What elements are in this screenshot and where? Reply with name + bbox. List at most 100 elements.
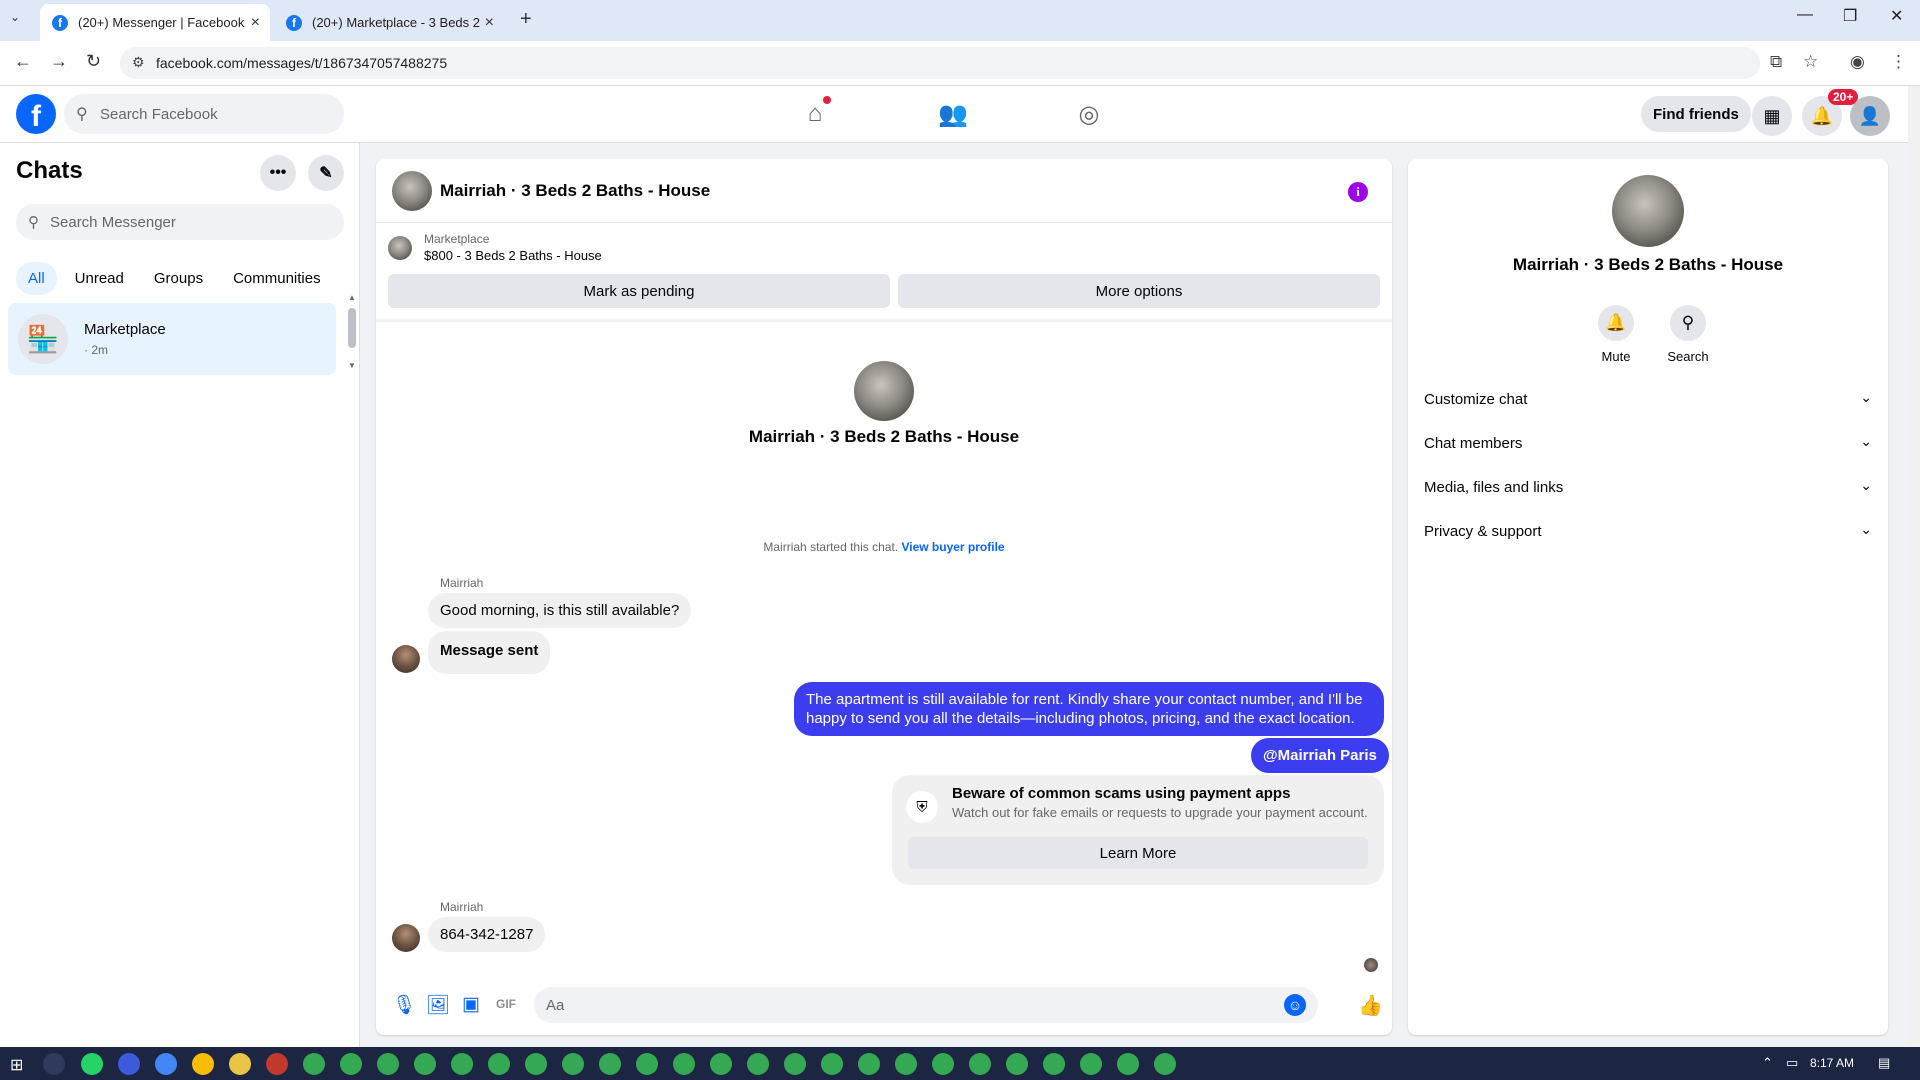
tab-messenger[interactable]: f (20+) Messenger | Facebook ×: [40, 4, 270, 41]
tab-search-icon[interactable]: ⌄: [10, 10, 20, 24]
chrome-icon[interactable]: [821, 1053, 843, 1075]
url-field[interactable]: ⚙ facebook.com/messages/t/18673470574882…: [120, 47, 1760, 79]
message-bubble-outgoing[interactable]: @Mairriah Paris: [1251, 738, 1389, 773]
message-bubble-incoming[interactable]: Message sent: [428, 631, 551, 674]
chrome-icon[interactable]: [488, 1053, 510, 1075]
close-tab-icon[interactable]: ×: [485, 14, 494, 32]
app-icon[interactable]: [118, 1053, 140, 1075]
microphone-icon[interactable]: 🎙: [392, 993, 416, 1017]
task-view-icon[interactable]: [43, 1053, 65, 1075]
intro-avatar[interactable]: [854, 361, 914, 421]
windows-start-icon[interactable]: ⊞: [10, 1055, 23, 1075]
filter-groups[interactable]: Groups: [142, 262, 215, 295]
chat-avatar[interactable]: [392, 171, 432, 211]
chrome-icon[interactable]: [636, 1053, 658, 1075]
chrome-icon[interactable]: [969, 1053, 991, 1075]
photo-icon[interactable]: 🖼: [426, 993, 450, 1017]
filter-all[interactable]: All: [16, 262, 57, 295]
message-input[interactable]: Aa ☺: [534, 987, 1318, 1023]
chrome-icon[interactable]: [1154, 1053, 1176, 1075]
chat-list-item[interactable]: 🏪 Marketplace · 2m: [8, 303, 336, 375]
chrome-icon[interactable]: [414, 1053, 436, 1075]
install-app-icon[interactable]: ⧉: [1770, 52, 1782, 72]
chrome-icon[interactable]: [155, 1053, 177, 1075]
tray-chevron-icon[interactable]: ⌃: [1762, 1055, 1773, 1071]
groups-icon[interactable]: ◎: [1069, 98, 1109, 130]
site-info-icon[interactable]: ⚙: [132, 54, 145, 71]
mark-as-pending-button[interactable]: Mark as pending: [388, 274, 890, 308]
friends-icon[interactable]: 👥: [933, 98, 973, 130]
chrome-icon[interactable]: [1117, 1053, 1139, 1075]
close-tab-icon[interactable]: ×: [251, 14, 260, 32]
emoji-icon[interactable]: ☺: [1284, 994, 1306, 1016]
bell-icon[interactable]: 🔔: [1598, 305, 1634, 341]
section-chat-members[interactable]: Chat members ⌄: [1424, 425, 1872, 461]
clock[interactable]: 8:17 AM: [1810, 1056, 1854, 1070]
new-tab-icon[interactable]: +: [520, 8, 532, 31]
notification-center-icon[interactable]: ▤: [1878, 1055, 1890, 1071]
mute-action[interactable]: 🔔 Mute: [1586, 305, 1646, 364]
page-scrollbar[interactable]: [1908, 86, 1920, 1047]
browser-menu-icon[interactable]: ⋮: [1890, 52, 1907, 72]
scroll-up-icon[interactable]: ▲: [348, 293, 356, 302]
chrome-icon[interactable]: [340, 1053, 362, 1075]
chrome-icon[interactable]: [895, 1053, 917, 1075]
sender-avatar[interactable]: [392, 924, 420, 952]
chrome-icon[interactable]: [377, 1053, 399, 1075]
find-friends-button[interactable]: Find friends: [1641, 96, 1751, 132]
view-buyer-profile-link[interactable]: View buyer profile: [901, 540, 1004, 554]
sticker-icon[interactable]: ▣: [462, 993, 480, 1016]
chrome-icon[interactable]: [525, 1053, 547, 1075]
chrome-icon[interactable]: [710, 1053, 732, 1075]
chrome-icon[interactable]: [673, 1053, 695, 1075]
scroll-down-icon[interactable]: ▼: [348, 361, 356, 370]
search-icon[interactable]: ⚲: [1670, 305, 1706, 341]
section-customize-chat[interactable]: Customize chat ⌄: [1424, 381, 1872, 417]
profile-icon[interactable]: ◉: [1850, 52, 1865, 72]
minimize-icon[interactable]: —: [1797, 6, 1813, 24]
chrome-icon[interactable]: [1080, 1053, 1102, 1075]
message-bubble-outgoing[interactable]: The apartment is still available for ren…: [794, 682, 1384, 736]
chrome-icon[interactable]: [747, 1053, 769, 1075]
network-icon[interactable]: ▭: [1786, 1055, 1798, 1071]
back-icon[interactable]: ←: [14, 51, 32, 72]
reload-icon[interactable]: ↻: [86, 51, 101, 72]
facebook-search-input[interactable]: ⚲ Search Facebook: [64, 94, 344, 134]
message-bubble-incoming[interactable]: Good morning, is this still available?: [428, 593, 692, 628]
account-avatar[interactable]: 👤: [1850, 96, 1890, 136]
gif-icon[interactable]: GIF: [496, 997, 516, 1011]
chrome-icon[interactable]: [1006, 1053, 1028, 1075]
chrome-icon[interactable]: [192, 1053, 214, 1075]
forward-icon[interactable]: →: [50, 51, 68, 72]
messenger-search-input[interactable]: ⚲ Search Messenger: [16, 204, 344, 240]
conversation-title[interactable]: Mairriah · 3 Beds 2 Baths - House: [440, 181, 710, 201]
more-options-icon[interactable]: •••: [260, 155, 296, 191]
chrome-icon[interactable]: [784, 1053, 806, 1075]
chrome-icon[interactable]: [932, 1053, 954, 1075]
menu-grid-icon[interactable]: ▦: [1752, 96, 1792, 136]
tab-marketplace[interactable]: f (20+) Marketplace - 3 Beds 2 B ×: [274, 4, 504, 41]
chrome-icon[interactable]: [599, 1053, 621, 1075]
home-icon[interactable]: ⌂: [795, 96, 835, 130]
chrome-icon[interactable]: [562, 1053, 584, 1075]
more-options-button[interactable]: More options: [898, 274, 1380, 308]
profile-avatar[interactable]: [1612, 175, 1684, 247]
new-message-icon[interactable]: ✎: [308, 155, 344, 191]
app-icon[interactable]: [229, 1053, 251, 1075]
sender-avatar[interactable]: [392, 645, 420, 673]
app-icon[interactable]: [266, 1053, 288, 1075]
whatsapp-icon[interactable]: [81, 1053, 103, 1075]
conversation-info-icon[interactable]: i: [1348, 182, 1368, 202]
section-privacy-support[interactable]: Privacy & support ⌄: [1424, 513, 1872, 549]
facebook-logo-icon[interactable]: f: [16, 94, 56, 134]
chrome-icon[interactable]: [1043, 1053, 1065, 1075]
restore-icon[interactable]: ❐: [1843, 6, 1857, 26]
message-bubble-incoming[interactable]: 864-342-1287: [428, 917, 546, 952]
chrome-icon[interactable]: [303, 1053, 325, 1075]
chrome-icon[interactable]: [451, 1053, 473, 1075]
bookmark-star-icon[interactable]: ☆: [1803, 52, 1818, 72]
sidebar-scrollbar[interactable]: [348, 308, 356, 348]
window-close-icon[interactable]: ✕: [1890, 6, 1903, 26]
chrome-icon[interactable]: [858, 1053, 880, 1075]
section-media-files-links[interactable]: Media, files and links ⌄: [1424, 469, 1872, 505]
